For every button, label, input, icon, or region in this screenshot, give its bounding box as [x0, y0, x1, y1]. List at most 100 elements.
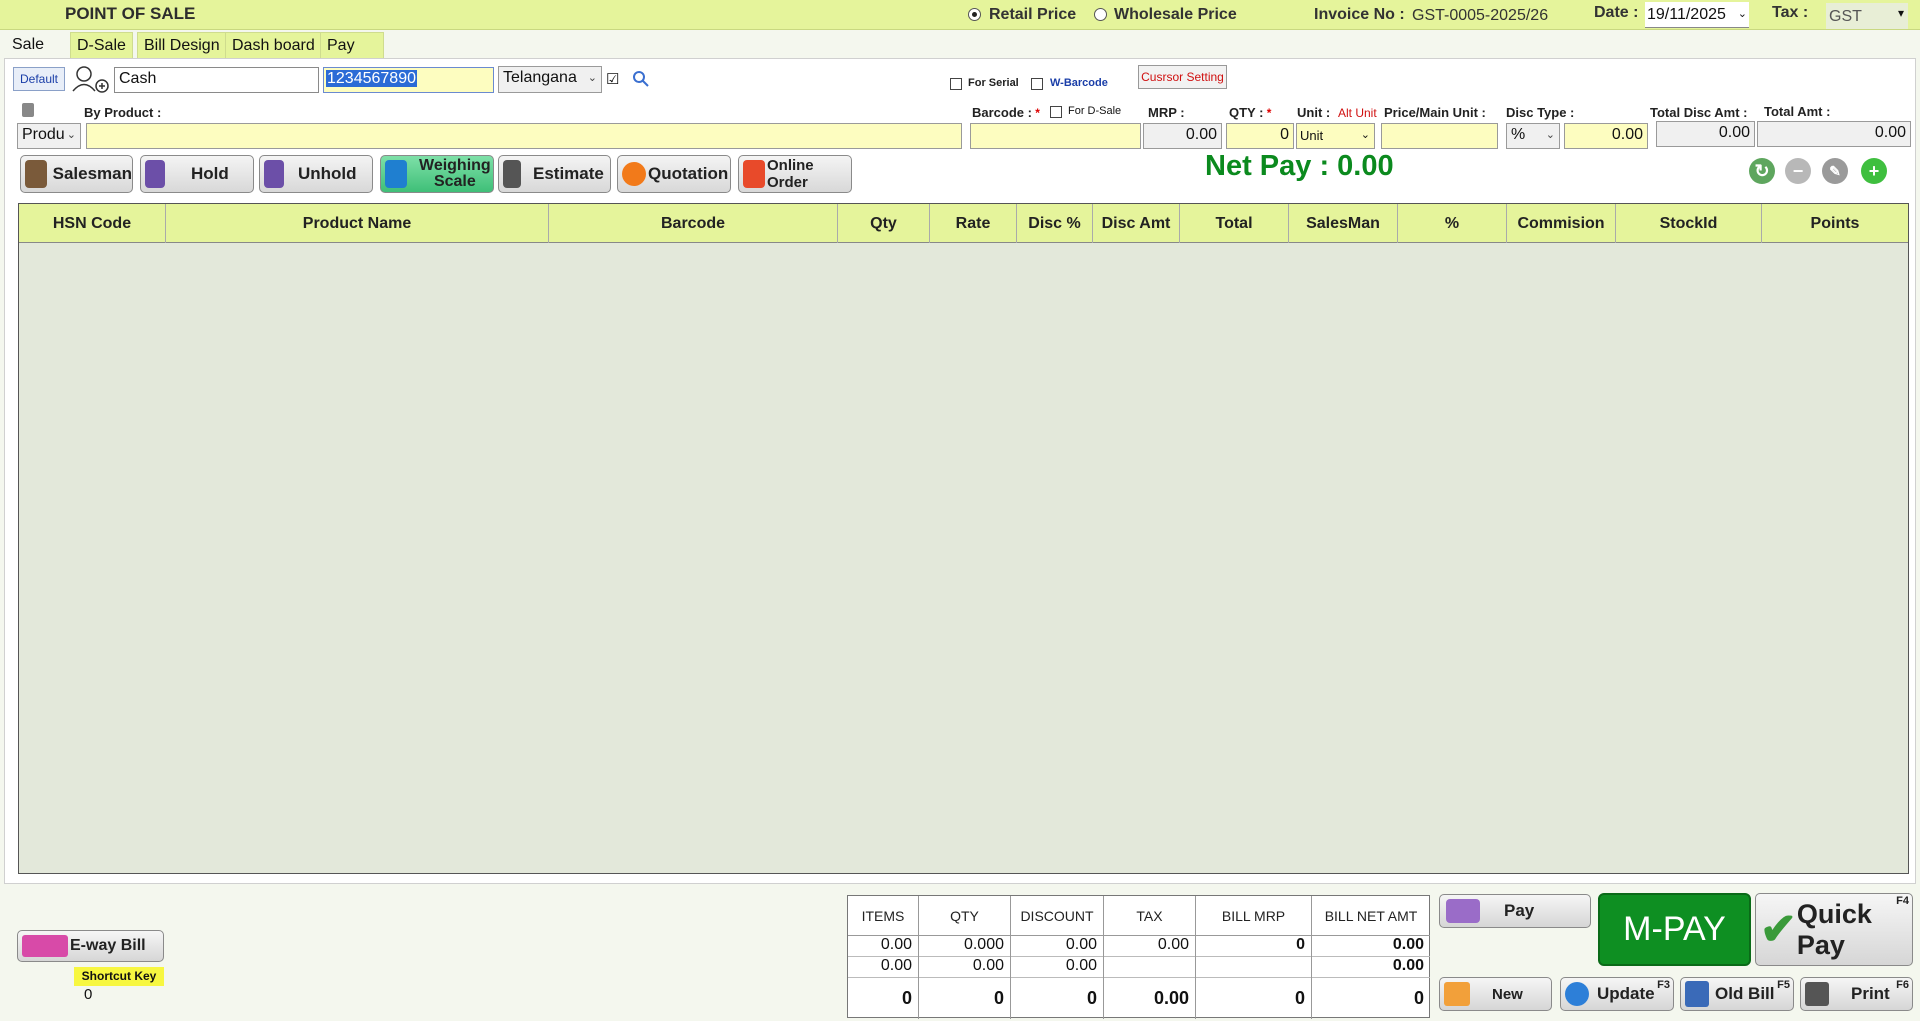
summary-discount-total: 0 [1086, 988, 1097, 1008]
quick-pay-key: F4 [1896, 895, 1909, 907]
summary-items-header: ITEMS [848, 896, 918, 936]
qty-label: QTY : * [1229, 105, 1272, 120]
col-total[interactable]: Total [1180, 204, 1289, 243]
tab-d-sale[interactable]: D-Sale [70, 32, 133, 58]
shortcut-key-label: Shortcut Key [74, 967, 164, 986]
summary-tax-col: TAX 0.00 0.00 [1104, 896, 1196, 1019]
customer-add-icon[interactable] [71, 64, 111, 94]
online-order-icon [743, 160, 765, 188]
unhold-button[interactable]: Unhold [259, 155, 373, 193]
app-title: POINT OF SALE [65, 4, 196, 23]
summary-bill-mrp-total: 0 [1294, 988, 1305, 1008]
col-product-name[interactable]: Product Name [166, 204, 549, 243]
qty-input[interactable]: 0 [1226, 123, 1294, 149]
mrp-input[interactable]: 0.00 [1143, 123, 1222, 149]
scale-icon [385, 160, 407, 188]
total-disc-amt-input: 0.00 [1656, 121, 1755, 147]
tax-select[interactable]: GST ▾ [1826, 3, 1908, 29]
tab-pay[interactable]: Pay [320, 32, 384, 58]
cursor-setting-button[interactable]: Cusrsor Setting [1138, 65, 1227, 89]
for-serial-checkbox[interactable] [950, 77, 962, 93]
print-button[interactable]: Print F6 [1800, 977, 1913, 1011]
state-checkbox[interactable]: ☑ [606, 70, 619, 88]
salesman-button[interactable]: Salesman [20, 155, 133, 193]
edit-icon[interactable]: ✎ [1822, 158, 1848, 184]
wholesale-price-radio[interactable] [1094, 8, 1107, 24]
summary-qty-r1: 0.000 [919, 936, 1010, 957]
alt-unit-label: Alt Unit [1338, 106, 1377, 120]
disc-type-select[interactable]: % ⌄ [1506, 123, 1560, 149]
tab-dashboard[interactable]: Dash board [225, 32, 322, 58]
product-mode-value: Produ [22, 126, 65, 143]
summary-items-r2: 0.00 [848, 957, 918, 978]
tab-sale[interactable]: Sale [6, 32, 51, 58]
col-stockid[interactable]: StockId [1616, 204, 1762, 243]
old-bill-button[interactable]: Old Bill F5 [1680, 977, 1794, 1011]
col-disc-amt[interactable]: Disc Amt [1093, 204, 1180, 243]
quick-pay-button[interactable]: ✔ Quick Pay F4 [1755, 893, 1913, 966]
quotation-button[interactable]: Quotation [617, 155, 731, 193]
col-percent[interactable]: % [1398, 204, 1507, 243]
summary-qty-r2: 0.00 [919, 957, 1010, 978]
estimate-button[interactable]: Estimate [498, 155, 611, 193]
customer-name-input[interactable]: Cash [114, 67, 319, 93]
date-picker[interactable]: 19/11/2025 ⌄ [1645, 2, 1749, 28]
shortcut-key-value: 0 [84, 986, 93, 1003]
product-search-input[interactable] [86, 123, 962, 149]
col-hsn-code[interactable]: HSN Code [19, 204, 166, 243]
product-grid[interactable]: HSN Code Product Name Barcode Qty Rate D… [18, 203, 1909, 874]
wallet-icon [1446, 899, 1480, 923]
remove-icon[interactable]: − [1785, 158, 1811, 184]
total-amt-input: 0.00 [1757, 121, 1911, 147]
product-mode-select[interactable]: Produ ⌄ [17, 123, 81, 149]
col-salesman[interactable]: SalesMan [1289, 204, 1398, 243]
search-icon[interactable] [632, 70, 650, 91]
calculator-icon[interactable] [22, 103, 34, 117]
price-main-unit-label: Price/Main Unit : [1384, 105, 1486, 120]
default-button[interactable]: Default [13, 67, 65, 91]
refresh-icon[interactable]: ↻ [1749, 158, 1775, 184]
calculator-icon [503, 160, 521, 188]
col-points[interactable]: Points [1762, 204, 1908, 243]
disc-type-label: Disc Type : [1506, 105, 1575, 120]
weighing-scale-button[interactable]: Weighing Scale [380, 155, 494, 193]
summary-net-amt-total: 0 [1413, 988, 1424, 1008]
col-qty[interactable]: Qty [838, 204, 930, 243]
disc-value-input[interactable]: 0.00 [1564, 123, 1648, 149]
col-commision[interactable]: Commision [1507, 204, 1616, 243]
col-rate[interactable]: Rate [930, 204, 1017, 243]
for-dsale-label: For D-Sale [1068, 105, 1122, 117]
summary-net-amt-r1: 0.00 [1312, 936, 1430, 957]
price-main-unit-input[interactable] [1381, 123, 1498, 149]
chevron-down-icon: ⌄ [1545, 129, 1555, 141]
online-order-button[interactable]: Online Order [738, 155, 852, 193]
sync-icon [1565, 982, 1589, 1006]
add-icon[interactable]: + [1861, 158, 1887, 184]
bill-summary: ITEMS 0.00 0.00 0 QTY 0.000 0.00 0 DISCO… [847, 895, 1430, 1019]
summary-net-amt-header: BILL NET AMT [1312, 896, 1430, 936]
summary-qty-col: QTY 0.000 0.00 0 [919, 896, 1011, 1019]
new-button[interactable]: New [1439, 977, 1552, 1011]
mpay-button[interactable]: M-PAY [1598, 893, 1751, 966]
print-key: F6 [1896, 979, 1909, 991]
summary-items-total: 0 [901, 988, 912, 1008]
for-dsale-checkbox[interactable] [1050, 105, 1062, 121]
summary-items-col: ITEMS 0.00 0.00 0 [848, 896, 919, 1019]
tab-bill-design[interactable]: Bill Design [137, 32, 227, 58]
retail-price-radio[interactable] [968, 8, 981, 24]
summary-qty-header: QTY [919, 896, 1010, 936]
update-button[interactable]: Update F3 [1560, 977, 1674, 1011]
unit-label: Unit : [1297, 105, 1331, 120]
col-barcode[interactable]: Barcode [549, 204, 838, 243]
eway-bill-button[interactable]: E-way Bill [17, 930, 164, 962]
w-barcode-checkbox[interactable] [1031, 77, 1043, 93]
unit-select[interactable]: Unit ⌄ [1296, 123, 1375, 149]
state-select[interactable]: Telangana ⌄ [498, 66, 602, 93]
col-disc-percent[interactable]: Disc % [1017, 204, 1093, 243]
printer-icon [1805, 982, 1829, 1006]
pay-button[interactable]: Pay [1439, 894, 1591, 928]
customer-phone-input[interactable]: 1234567890 [323, 67, 494, 93]
barcode-input[interactable] [970, 123, 1141, 149]
summary-qty-total: 0 [993, 988, 1004, 1008]
hold-button[interactable]: Hold [140, 155, 254, 193]
